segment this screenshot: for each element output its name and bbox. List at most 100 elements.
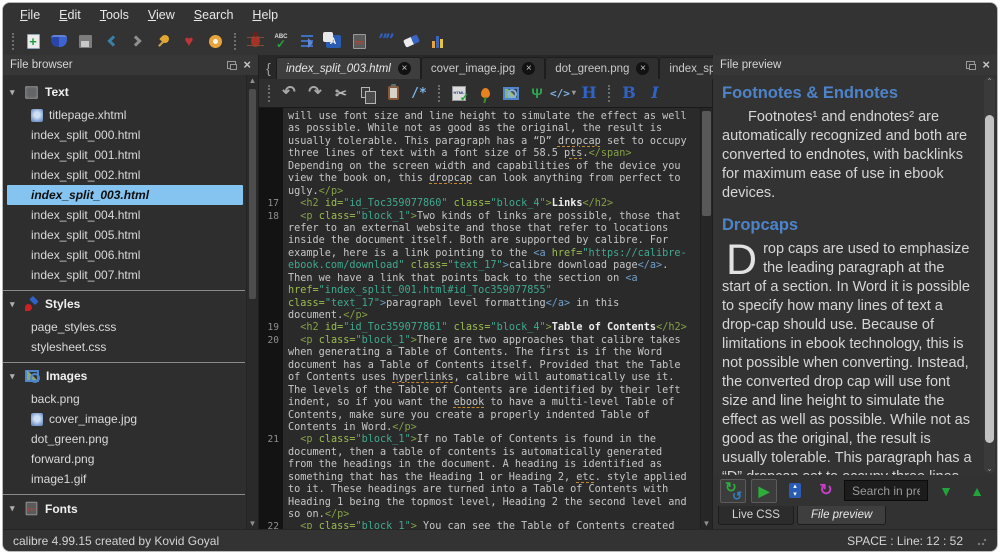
transform-styles-button[interactable]: A	[320, 29, 346, 53]
menu-view[interactable]: View	[139, 5, 185, 25]
expand-icon[interactable]: ▾	[10, 503, 18, 514]
file-item-index-split-003-html[interactable]: index_split_003.html	[7, 185, 243, 205]
reports-button[interactable]	[424, 29, 450, 53]
fix-html-button[interactable]: HTML✓	[446, 81, 472, 105]
brace-icon[interactable]: {	[261, 57, 276, 79]
sync-position-button[interactable]: ▴▾	[782, 479, 808, 503]
file-item-index-split-000-html[interactable]: index_split_000.html	[7, 125, 243, 145]
file-browser-scrollbar[interactable]: ▲ ▼	[246, 75, 258, 529]
close-tab-icon[interactable]: ×	[522, 62, 535, 75]
italic-button[interactable]: I	[642, 81, 668, 105]
refresh-preview-button[interactable]: ↻	[813, 479, 839, 503]
undo-button[interactable]: ↶	[276, 81, 302, 105]
help-button[interactable]	[202, 29, 228, 53]
file-item-index-split-001-html[interactable]: index_split_001.html	[7, 145, 243, 165]
float-panel-icon[interactable]	[966, 61, 975, 69]
scroll-down-icon[interactable]: ▼	[701, 519, 712, 528]
paste-button[interactable]	[380, 81, 406, 105]
scroll-down-icon[interactable]: ⌄	[984, 464, 995, 473]
spellcheck-button[interactable]: ABC✓	[268, 29, 294, 53]
tab-dot-green-png[interactable]: dot_green.png×	[545, 57, 659, 79]
smarten-punctuation-button[interactable]: ””	[372, 29, 398, 53]
menu-tools[interactable]: Tools	[91, 5, 139, 25]
section-header-fonts[interactable]: ▾TTFFonts	[3, 495, 245, 522]
bold-button[interactable]: B	[616, 81, 642, 105]
heading-button[interactable]: H	[576, 81, 602, 105]
code-line: class="text_17">paragraph level formatti…	[288, 298, 700, 310]
find-next-button[interactable]: ▼	[933, 479, 959, 503]
close-panel-icon[interactable]: ×	[982, 60, 990, 70]
scrollbar-thumb[interactable]	[249, 89, 256, 299]
preview-tab-file-preview[interactable]: File preview	[797, 506, 886, 525]
tab-cover-image-jpg[interactable]: cover_image.jpg×	[421, 57, 545, 79]
file-item-image1-gif[interactable]: image1.gif	[7, 469, 243, 489]
file-item-index-split-005-html[interactable]: index_split_005.html	[7, 225, 243, 245]
close-tab-icon[interactable]: ×	[398, 62, 411, 75]
file-item-dot-green-png[interactable]: dot_green.png	[7, 429, 243, 449]
file-item-index-split-006-html[interactable]: index_split_006.html	[7, 245, 243, 265]
file-item-forward-png[interactable]: forward.png	[7, 449, 243, 469]
cut-button[interactable]: ✂	[328, 81, 354, 105]
open-book-button[interactable]	[46, 29, 72, 53]
insert-tag-button[interactable]: </>▾	[550, 81, 576, 105]
code-editor[interactable]: 171819202122 will use font size and line…	[259, 107, 712, 529]
pin-button[interactable]	[150, 29, 176, 53]
insert-image-button[interactable]	[498, 81, 524, 105]
code-area[interactable]: will use font size and line height to si…	[283, 108, 700, 529]
check-book-button[interactable]	[242, 29, 268, 53]
resize-grip[interactable]	[977, 536, 987, 546]
run-preview-button[interactable]: ▶	[751, 479, 777, 503]
redo-button[interactable]: ↷	[302, 81, 328, 105]
line-number	[259, 360, 279, 372]
preview-search-input[interactable]	[844, 480, 928, 501]
file-item-index-split-007-html[interactable]: index_split_007.html	[7, 265, 243, 285]
auto-reload-preview-button[interactable]: ↻↺	[720, 479, 746, 503]
section-header-styles[interactable]: ▾Styles	[3, 291, 245, 317]
menu-search[interactable]: Search	[185, 5, 244, 25]
remove-unused-css-button[interactable]	[398, 29, 424, 53]
scroll-down-icon[interactable]: ▼	[247, 519, 258, 528]
beautify-files-button[interactable]	[294, 29, 320, 53]
save-button[interactable]	[72, 29, 98, 53]
float-panel-icon[interactable]	[227, 61, 236, 69]
file-item-cover-image-jpg[interactable]: cover_image.jpg	[7, 409, 243, 429]
beautify-button[interactable]	[472, 81, 498, 105]
scrollbar-thumb[interactable]	[702, 111, 711, 216]
forward-button[interactable]	[124, 29, 150, 53]
pin-icon	[156, 34, 170, 48]
file-item-index-split-002-html[interactable]: index_split_002.html	[7, 165, 243, 185]
file-item-page-styles-css[interactable]: page_styles.css	[7, 317, 243, 337]
scroll-up-icon[interactable]: ▲	[247, 76, 258, 85]
menu-edit[interactable]: Edit	[50, 5, 91, 25]
back-button[interactable]	[98, 29, 124, 53]
close-panel-icon[interactable]: ×	[243, 60, 251, 70]
donate-button[interactable]: ♥	[176, 29, 202, 53]
special-character-button[interactable]: Ψ	[524, 81, 550, 105]
editor-scrollbar[interactable]: ▼	[700, 108, 712, 529]
file-item-titlepage-xhtml[interactable]: titlepage.xhtml	[7, 105, 243, 125]
menu-file[interactable]: File	[11, 5, 50, 25]
copy-button[interactable]	[354, 81, 380, 105]
preview-tab-live-css[interactable]: Live CSS	[718, 506, 794, 525]
preview-document[interactable]: Footnotes & Endnotes Footnotes¹ and endn…	[713, 75, 997, 475]
file-item-stylesheet-css[interactable]: stylesheet.css	[7, 337, 243, 357]
section-images: ▾Imagesback.pngcover_image.jpgdot_green.…	[3, 362, 245, 489]
expand-icon[interactable]: ▾	[10, 87, 18, 98]
comment-button[interactable]: /*	[406, 81, 432, 105]
scrollbar-thumb[interactable]	[985, 115, 994, 443]
section-header-images[interactable]: ▾Images	[3, 363, 245, 389]
file-item-back-png[interactable]: back.png	[7, 389, 243, 409]
file-item-index-split-004-html[interactable]: index_split_004.html	[7, 205, 243, 225]
tab-index-split-003-html[interactable]: index_split_003.html×	[276, 57, 421, 79]
find-previous-button[interactable]: ▲	[964, 479, 990, 503]
close-tab-icon[interactable]: ×	[636, 62, 649, 75]
embed-fonts-button[interactable]: TTF	[346, 29, 372, 53]
scroll-up-icon[interactable]: ⌃	[984, 77, 995, 86]
new-file-button[interactable]: +	[20, 29, 46, 53]
expand-icon[interactable]: ▾	[10, 299, 18, 310]
expand-icon[interactable]: ▾	[10, 371, 18, 382]
section-header-text[interactable]: ▾Text	[3, 79, 245, 105]
menu-help[interactable]: Help	[243, 5, 288, 25]
preview-scrollbar[interactable]: ⌃ ⌄	[984, 77, 995, 473]
toolbar-separator	[234, 33, 236, 50]
